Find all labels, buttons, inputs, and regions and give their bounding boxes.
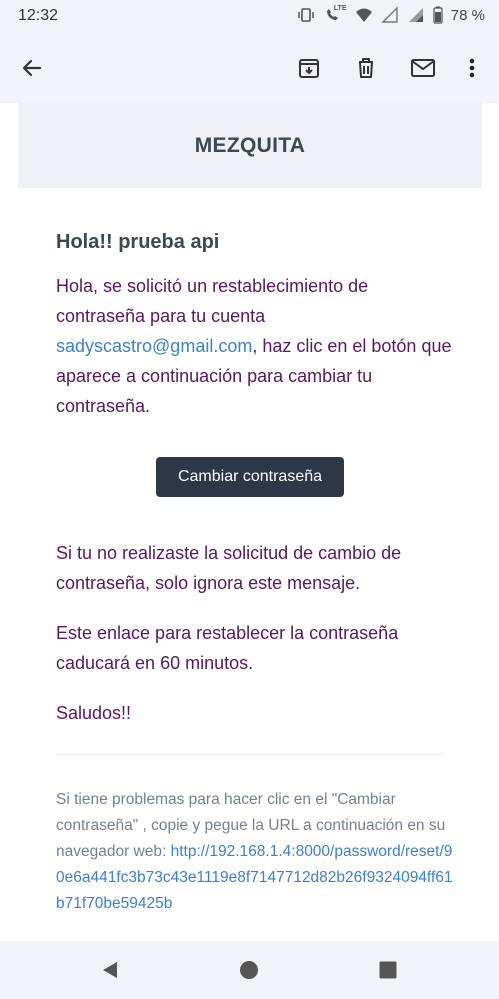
battery-percent: 78 % bbox=[450, 6, 485, 24]
email-address-link[interactable]: sadyscastro@gmail.com bbox=[56, 336, 252, 356]
brand-name: MEZQUITA bbox=[194, 133, 306, 157]
back-button[interactable] bbox=[15, 51, 49, 85]
app-bar bbox=[0, 34, 499, 102]
battery-icon bbox=[433, 6, 443, 24]
lte-call-icon: LTE bbox=[323, 5, 347, 24]
more-options-button[interactable] bbox=[455, 51, 489, 85]
signoff: Saludos!! bbox=[56, 703, 132, 723]
nav-recents-button[interactable] bbox=[376, 958, 400, 982]
footer-paragraph: Si tiene problemas para hacer clic en el… bbox=[56, 787, 456, 917]
mark-unread-icon bbox=[411, 59, 435, 77]
mark-unread-button[interactable] bbox=[406, 51, 440, 85]
ignore-paragraph: Si tu no realizaste la solicitud de camb… bbox=[56, 543, 402, 593]
email-intro-paragraph: Hola, se solicitó un restablecimiento de… bbox=[56, 271, 456, 421]
recents-square-icon bbox=[379, 961, 397, 979]
archive-button[interactable] bbox=[292, 51, 326, 85]
intro-text-before: Hola, se solicitó un restablecimiento de… bbox=[56, 276, 369, 326]
more-vert-icon bbox=[469, 58, 475, 78]
expiry-paragraph: Este enlace para restablecer la contrase… bbox=[56, 623, 399, 673]
status-time: 12:32 bbox=[18, 7, 59, 24]
lte-label: LTE bbox=[333, 5, 347, 12]
back-triangle-icon bbox=[103, 962, 117, 978]
delete-button[interactable] bbox=[349, 51, 383, 85]
change-password-button[interactable]: Cambiar contraseña bbox=[156, 457, 344, 497]
archive-icon bbox=[299, 59, 319, 78]
nav-home-button[interactable] bbox=[237, 958, 261, 982]
wifi-icon bbox=[355, 6, 373, 24]
email-brand-header: MEZQUITA bbox=[18, 103, 482, 188]
system-nav-bar bbox=[0, 941, 499, 999]
signal-icon bbox=[381, 6, 399, 24]
signal-icon-2 bbox=[407, 6, 425, 24]
home-circle-icon bbox=[240, 961, 258, 979]
nav-back-button[interactable] bbox=[98, 958, 122, 982]
email-greeting: Hola!! prueba api bbox=[56, 231, 220, 253]
delete-icon bbox=[359, 58, 373, 78]
divider bbox=[56, 754, 444, 755]
vibrate-icon bbox=[297, 6, 315, 24]
email-body: MEZQUITA Hola!! prueba api Hola, se soli… bbox=[0, 103, 499, 941]
status-bar: 12:32 LTE 78 % bbox=[0, 0, 499, 34]
back-arrow-icon bbox=[22, 59, 42, 77]
status-icons: LTE 78 % bbox=[297, 5, 485, 24]
